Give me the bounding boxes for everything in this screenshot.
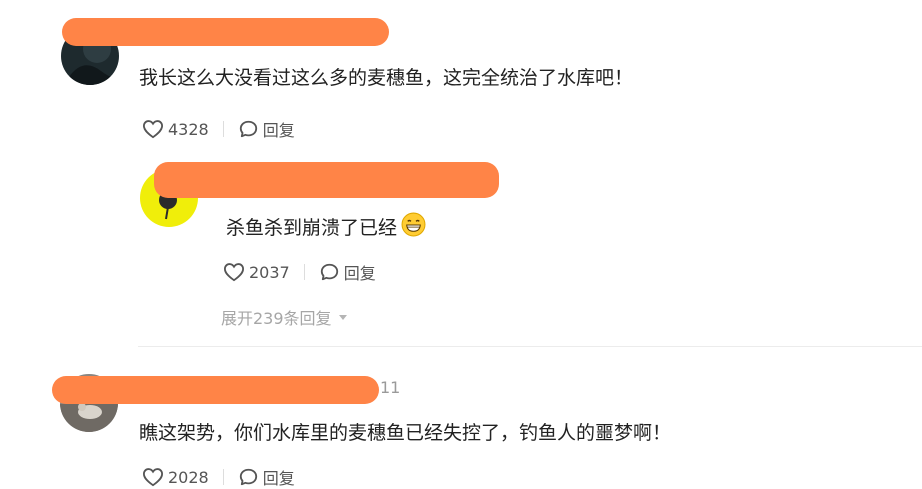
heart-icon xyxy=(142,120,164,139)
heart-icon xyxy=(142,468,164,487)
reply-button[interactable]: 回复 xyxy=(238,465,295,489)
username-redaction xyxy=(62,18,389,46)
like-count: 2028 xyxy=(168,467,209,487)
expand-replies-label: 展开239条回复 xyxy=(221,309,332,328)
comment-text-body: 杀鱼杀到崩溃了已经 xyxy=(226,217,398,239)
comment-text: 我长这么大没看过这么多的麦穗鱼，这完全统治了水库吧！ xyxy=(139,67,634,89)
like-count: 4328 xyxy=(168,119,209,139)
comment-bubble-icon xyxy=(239,120,257,138)
divider xyxy=(303,264,305,280)
username-redaction xyxy=(52,376,379,404)
reply-label: 回复 xyxy=(343,264,376,283)
comment-text: 瞧这架势，你们水库里的麦穗鱼已经失控了，钓鱼人的噩梦啊！ xyxy=(139,422,672,444)
comment-actions: 2037 回复 xyxy=(223,261,376,283)
reply-button[interactable]: 回复 xyxy=(319,260,376,284)
comment-actions: 4328 回复 xyxy=(142,118,295,140)
like-button[interactable]: 2037 xyxy=(223,262,290,282)
grinning-face-emoji xyxy=(401,212,426,237)
expand-replies-button[interactable]: 展开239条回复 xyxy=(221,305,347,329)
reply-button[interactable]: 回复 xyxy=(238,117,295,141)
comment-time-fragment: 11 xyxy=(380,378,401,397)
reply-label: 回复 xyxy=(262,121,295,140)
divider xyxy=(222,121,224,137)
comment-bubble-icon xyxy=(239,468,257,486)
heart-icon xyxy=(223,263,245,282)
comment-text: 杀鱼杀到崩溃了已经 xyxy=(226,212,426,238)
like-button[interactable]: 4328 xyxy=(142,119,209,139)
comment-bubble-icon xyxy=(320,263,338,281)
divider xyxy=(222,469,224,485)
caret-down-icon xyxy=(338,314,347,320)
section-divider xyxy=(138,346,922,347)
comment-actions: 2028 回复 xyxy=(142,466,295,488)
like-count: 2037 xyxy=(249,262,290,282)
like-button[interactable]: 2028 xyxy=(142,467,209,487)
reply-label: 回复 xyxy=(262,469,295,488)
username-redaction xyxy=(154,162,499,198)
